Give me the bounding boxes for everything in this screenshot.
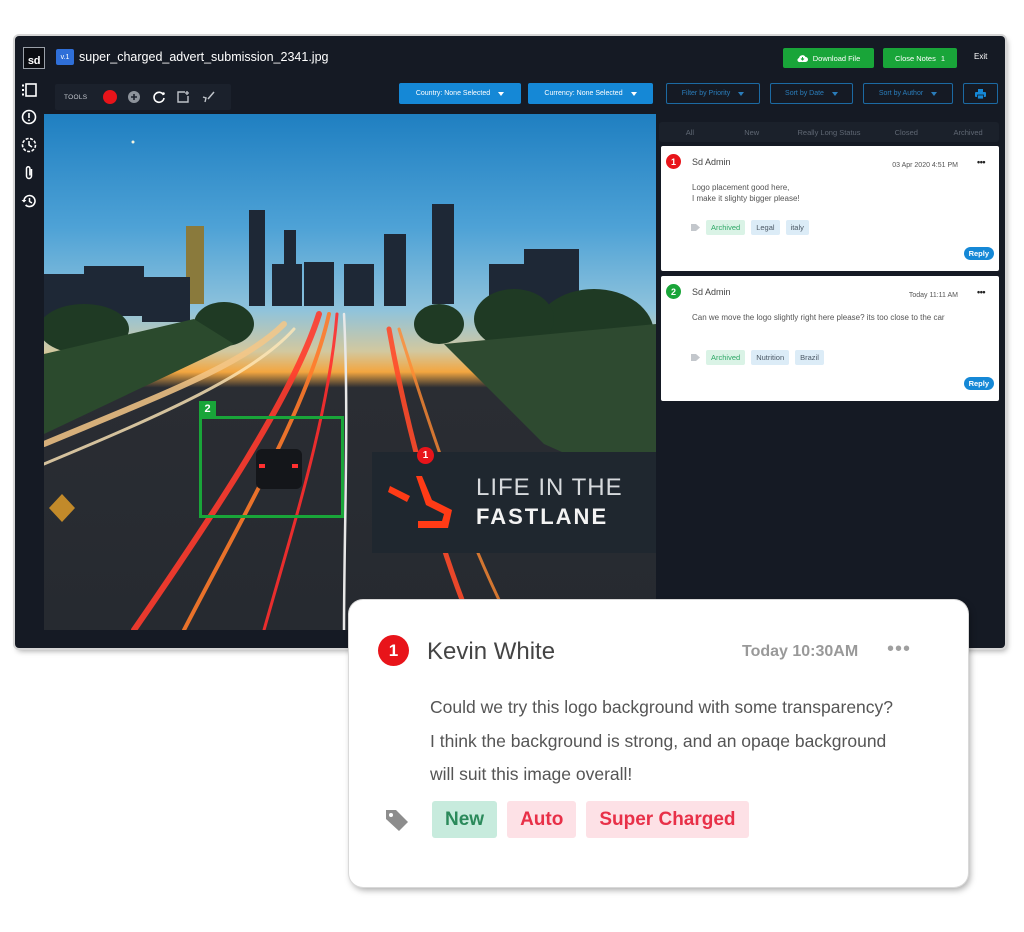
comment-number-badge: 1 xyxy=(378,635,409,666)
add-circle-icon[interactable] xyxy=(127,90,141,104)
close-notes-count: 1 xyxy=(940,53,946,63)
download-file-label: Download File xyxy=(812,53,861,63)
more-options-icon[interactable]: ••• xyxy=(977,157,985,167)
comment-author: Sd Admin xyxy=(692,287,731,297)
status-tabs: All New Really Long Status Closed Archiv… xyxy=(659,122,999,142)
left-rail xyxy=(15,80,43,640)
comment-author: Sd Admin xyxy=(692,157,731,167)
alert-circle-icon[interactable] xyxy=(21,109,37,125)
brand-line-2: FASTLANE xyxy=(476,504,609,529)
tag-archived[interactable]: Archived xyxy=(706,220,746,235)
comment-card[interactable]: 1 Sd Admin 03 Apr 2020 4:51 PM ••• Logo … xyxy=(661,146,999,271)
tab-really-long-status[interactable]: Really Long Status xyxy=(783,122,876,142)
comment-tags: New Auto Super Charged xyxy=(384,801,759,838)
tools-label: TOOLS xyxy=(64,94,88,101)
close-notes-button[interactable]: Close Notes 1 xyxy=(883,48,957,68)
country-filter-label: Country: None Selected xyxy=(415,90,491,97)
sort-author-dropdown[interactable]: Sort by Author xyxy=(863,83,953,104)
tab-all[interactable]: All xyxy=(659,122,721,142)
tag-brazil[interactable]: Brazil xyxy=(795,350,824,365)
comment-number-badge: 2 xyxy=(666,284,681,299)
comment-text-line: I make it slighty bigger please! xyxy=(692,194,800,203)
comment-detail-card[interactable]: 1 Kevin White Today 10:30AM ••• Could we… xyxy=(349,600,968,887)
comment-text-line: I think the background is strong, and an… xyxy=(430,730,887,751)
paperclip-icon[interactable] xyxy=(21,165,37,181)
comment-tags: Archived Legal italy xyxy=(691,220,809,235)
comment-text: Logo placement good here, I make it slig… xyxy=(692,182,992,204)
priority-filter-label: Filter by Priority xyxy=(681,90,731,97)
list-view-icon[interactable] xyxy=(21,82,37,98)
brand-logo-block[interactable]: LIFE IN THE FASTLANE xyxy=(372,452,656,553)
priority-filter-dropdown[interactable]: Filter by Priority xyxy=(666,83,760,104)
reply-button[interactable]: Reply xyxy=(963,247,994,260)
app-logo[interactable]: sd xyxy=(23,47,45,69)
sort-date-dropdown[interactable]: Sort by Date xyxy=(770,83,853,104)
close-notes-label: Close Notes xyxy=(894,53,936,63)
more-options-icon[interactable]: ••• xyxy=(887,638,911,661)
sort-date-label: Sort by Date xyxy=(785,90,824,97)
reply-button[interactable]: Reply xyxy=(963,377,994,390)
printer-icon xyxy=(975,88,986,99)
chevron-down-icon xyxy=(630,91,637,96)
comment-text: Can we move the logo slightly right here… xyxy=(692,312,992,323)
comment-tags: Archived Nutrition Brazil xyxy=(691,350,824,365)
annotation-box-2[interactable] xyxy=(199,416,344,518)
clock-dashed-icon[interactable] xyxy=(21,137,37,153)
download-file-button[interactable]: Download File xyxy=(783,48,874,68)
fastlane-logo-icon xyxy=(388,476,452,528)
tag-icon xyxy=(691,354,700,361)
currency-filter-label: Currency: None Selected xyxy=(544,90,623,97)
tag-icon xyxy=(386,809,408,831)
tag-new[interactable]: New xyxy=(432,801,498,838)
image-canvas[interactable]: 2 LIFE IN THE FASTLANE 1 xyxy=(44,114,656,630)
tag-legal[interactable]: Legal xyxy=(751,220,780,235)
tab-closed[interactable]: Closed xyxy=(875,122,937,142)
chevron-down-icon xyxy=(738,91,745,96)
brand-line-1: LIFE IN THE xyxy=(476,474,623,501)
comment-card[interactable]: 2 Sd Admin Today 11:11 AM ••• Can we mov… xyxy=(661,276,999,401)
chevron-down-icon xyxy=(931,91,938,96)
version-badge[interactable]: v.1 xyxy=(56,49,74,65)
comment-text-line: Logo placement good here, xyxy=(692,183,790,192)
tag-archived[interactable]: Archived xyxy=(706,350,746,365)
comment-text-line: Could we try this logo background with s… xyxy=(430,697,894,717)
annotation-pin-1[interactable]: 1 xyxy=(417,447,434,464)
file-name: super_charged_advert_submission_2341.jpg xyxy=(79,50,329,64)
tag-auto[interactable]: Auto xyxy=(507,801,577,838)
comment-text-line: will suit this image overall! xyxy=(430,764,633,784)
comments-panel: All New Really Long Status Closed Archiv… xyxy=(657,114,1005,630)
comment-time: Today 10:30AM xyxy=(742,643,859,660)
tag-nutrition[interactable]: Nutrition xyxy=(751,350,790,365)
tab-archived[interactable]: Archived xyxy=(937,122,999,142)
brush-icon[interactable] xyxy=(201,90,215,104)
comment-author: Kevin White xyxy=(427,638,556,665)
comment-text-line: Can we move the logo slightly right here… xyxy=(692,313,945,322)
comment-time: Today 11:11 AM xyxy=(908,292,958,299)
exit-link[interactable]: Exit xyxy=(974,52,987,61)
tag-italy[interactable]: italy xyxy=(785,220,809,235)
top-bar: sd v.1 super_charged_advert_submission_2… xyxy=(15,36,1005,80)
more-options-icon[interactable]: ••• xyxy=(977,287,985,297)
app-window: sd v.1 super_charged_advert_submission_2… xyxy=(15,36,1005,648)
tools-toolbar: TOOLS xyxy=(55,84,231,110)
add-frame-icon[interactable] xyxy=(176,90,190,104)
tag-super-charged[interactable]: Super Charged xyxy=(586,801,749,838)
history-icon[interactable] xyxy=(21,193,37,209)
currency-filter-dropdown[interactable]: Currency: None Selected xyxy=(528,83,653,104)
comment-text: Could we try this logo background with s… xyxy=(430,691,950,792)
tag-icon xyxy=(691,224,700,231)
chevron-down-icon xyxy=(498,91,505,96)
refresh-icon[interactable] xyxy=(152,90,166,104)
tab-new[interactable]: New xyxy=(721,122,783,142)
print-button[interactable] xyxy=(963,83,998,104)
chevron-down-icon xyxy=(831,91,838,96)
comment-number-badge: 1 xyxy=(666,154,681,169)
comment-time: 03 Apr 2020 4:51 PM xyxy=(892,162,958,169)
record-color-icon[interactable] xyxy=(103,90,117,104)
country-filter-dropdown[interactable]: Country: None Selected xyxy=(399,83,521,104)
cloud-download-icon xyxy=(797,54,808,62)
annotation-pin-2[interactable]: 2 xyxy=(199,401,216,416)
sort-author-label: Sort by Author xyxy=(878,90,924,97)
